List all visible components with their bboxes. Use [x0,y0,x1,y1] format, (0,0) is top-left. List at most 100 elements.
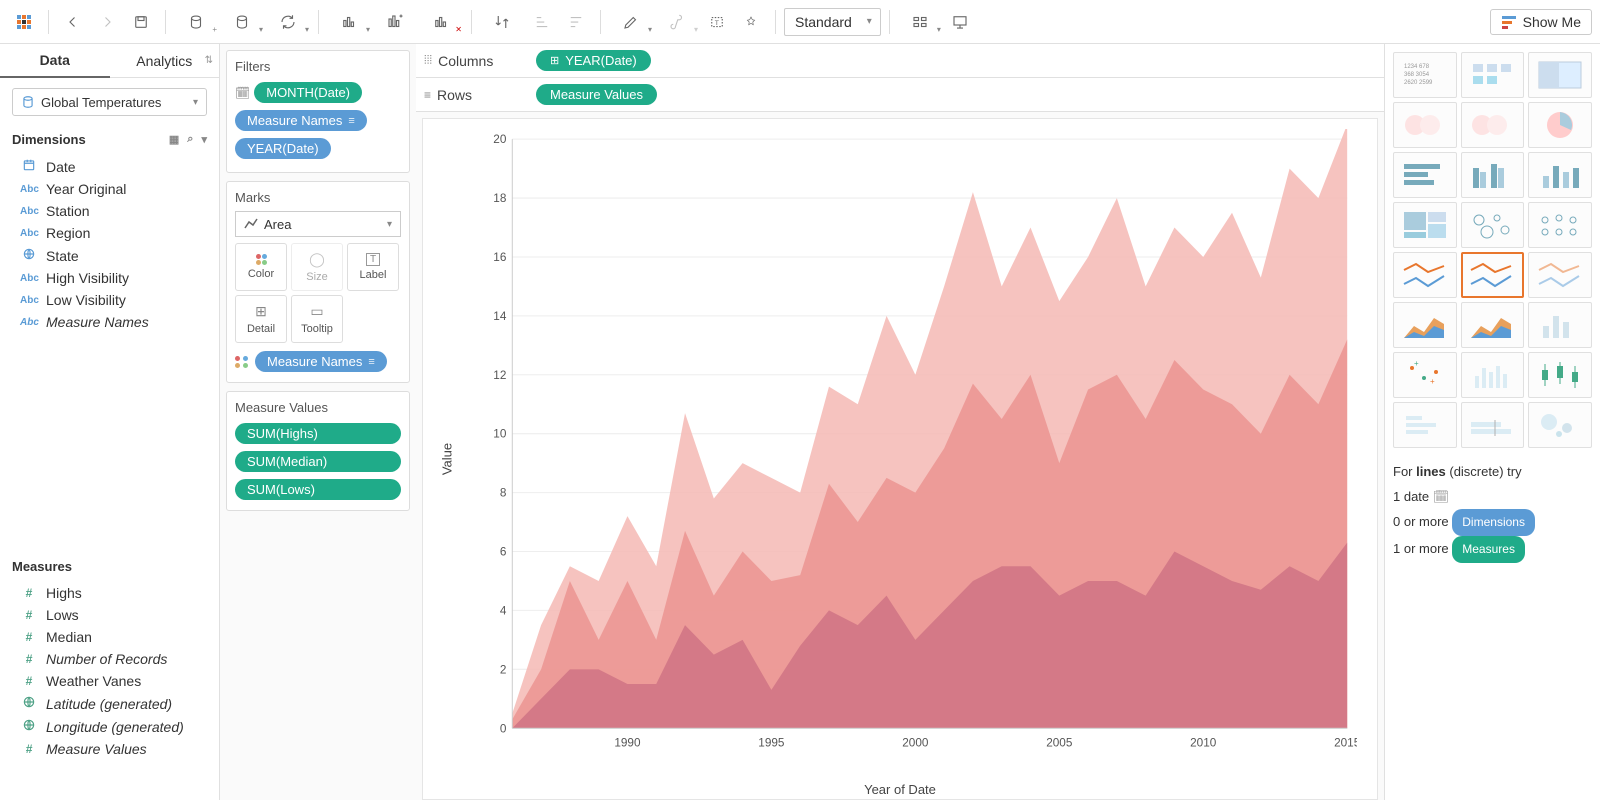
showme-thumb[interactable] [1393,102,1457,148]
rows-pill[interactable]: Measure Values [536,84,657,105]
redo-button[interactable] [91,6,123,38]
search-icon[interactable]: ⌕ [187,133,193,146]
marks-type-selector[interactable]: Area [235,211,401,237]
measure-field[interactable]: #Weather Vanes [0,670,219,692]
showme-thumb[interactable] [1528,202,1592,248]
pause-data-button[interactable]: ▾ [220,6,264,38]
measures-header: Measures [0,553,219,580]
label-icon: T [366,253,380,266]
highlight-button[interactable]: ▾ [609,6,653,38]
labels-button[interactable]: T [701,6,733,38]
measure-field[interactable]: #Median [0,626,219,648]
showme-thumb[interactable] [1393,402,1457,448]
showme-thumb[interactable] [1528,52,1592,98]
showme-thumb[interactable] [1528,352,1592,398]
showme-thumb[interactable]: ++ [1393,352,1457,398]
showme-thumb[interactable] [1461,52,1525,98]
measure-field[interactable]: #Highs [0,582,219,604]
show-me-hint: For lines (discrete) try 1 date 🗓 0 or m… [1393,460,1592,563]
duplicate-sheet-button[interactable] [373,6,417,38]
show-cards-button[interactable]: ▾ [898,6,942,38]
tab-data[interactable]: Data [0,44,110,78]
dimension-field[interactable]: AbcMeasure Names [0,311,219,333]
filter-pill[interactable]: Measure Names≡ [235,110,367,131]
dimension-field[interactable]: AbcLow Visibility [0,289,219,311]
showme-thumb[interactable]: 1234 678368 30542620 2599 [1393,52,1457,98]
swap-button[interactable] [480,6,524,38]
clear-sheet-button[interactable]: ✕ [419,6,463,38]
showme-thumb[interactable] [1461,102,1525,148]
field-type-icon: Abc [20,227,38,239]
showme-thumb[interactable] [1461,352,1525,398]
group-button[interactable]: ▾ [655,6,699,38]
tab-analytics[interactable]: Analytics⇅ [110,44,220,78]
dimension-field[interactable]: AbcStation [0,200,219,222]
measure-value-pill[interactable]: SUM(Highs) [235,423,401,444]
showme-thumb[interactable] [1528,102,1592,148]
svg-text:2620 2599: 2620 2599 [1404,80,1433,86]
sort-desc-button[interactable] [560,6,592,38]
measures-badge: Measures [1452,536,1525,563]
dimension-field[interactable]: AbcHigh Visibility [0,267,219,289]
dimension-field[interactable]: Date [0,155,219,178]
columns-shelf[interactable]: ⦙⦙⦙Columns ⊞YEAR(Date) [416,44,1384,78]
marks-detail-button[interactable]: ⊞Detail [235,295,287,343]
svg-text:14: 14 [493,309,506,323]
filter-pill[interactable]: YEAR(Date) [235,138,331,159]
showme-thumb[interactable] [1461,302,1525,348]
marks-tooltip-button[interactable]: ▭Tooltip [291,295,343,343]
measure-field[interactable]: #Measure Values [0,738,219,760]
measure-value-pill[interactable]: SUM(Median) [235,451,401,472]
new-datasource-button[interactable]: + [174,6,218,38]
sort-asc-button[interactable] [526,6,558,38]
rows-icon: ≡ [424,88,431,102]
showme-thumb[interactable] [1461,252,1525,298]
view-icon[interactable]: ▦ [169,133,179,146]
showme-thumb[interactable] [1528,152,1592,198]
menu-icon[interactable]: ▾ [201,133,207,146]
columns-pill[interactable]: ⊞YEAR(Date) [536,50,651,71]
showme-thumb[interactable] [1393,252,1457,298]
measure-field[interactable]: #Lows [0,604,219,626]
new-worksheet-button[interactable]: ▾ [327,6,371,38]
svg-text:2015: 2015 [1334,735,1357,749]
cards-panel: Filters 🗓MONTH(Date)Measure Names≡YEAR(D… [220,44,416,800]
showme-thumb[interactable] [1528,252,1592,298]
dimension-field[interactable]: AbcYear Original [0,178,219,200]
showme-thumb[interactable] [1393,152,1457,198]
fit-selector[interactable]: Standard [784,8,881,36]
show-me-button[interactable]: Show Me [1490,9,1592,35]
field-type-icon [20,247,38,264]
pin-button[interactable] [735,6,767,38]
filter-pill[interactable]: MONTH(Date) [254,82,362,103]
showme-thumb[interactable] [1461,152,1525,198]
dimension-field[interactable]: State [0,244,219,267]
showme-thumb[interactable] [1528,402,1592,448]
showme-thumb[interactable] [1461,402,1525,448]
presentation-button[interactable] [944,6,976,38]
svg-text:1990: 1990 [614,735,641,749]
chart[interactable]: Value Year of Date 024681012141618201990… [422,118,1378,800]
marks-size-button[interactable]: ◯Size [291,243,343,291]
marks-color-pill[interactable]: Measure Names≡ [255,351,387,372]
measure-field[interactable]: Longitude (generated) [0,715,219,738]
measure-value-pill[interactable]: SUM(Lows) [235,479,401,500]
showme-thumb[interactable] [1461,202,1525,248]
refresh-button[interactable]: ▾ [266,6,310,38]
dimensions-list: DateAbcYear OriginalAbcStationAbcRegionS… [0,153,219,335]
showme-thumb[interactable] [1393,202,1457,248]
measure-field[interactable]: #Number of Records [0,648,219,670]
showme-thumb[interactable] [1393,302,1457,348]
measure-field[interactable]: Latitude (generated) [0,692,219,715]
field-label: Longitude (generated) [46,719,184,735]
rows-shelf[interactable]: ≡Rows Measure Values [416,78,1384,112]
datasource-selector[interactable]: Global Temperatures [12,88,207,116]
marks-label-button[interactable]: TLabel [347,243,399,291]
dimension-field[interactable]: AbcRegion [0,222,219,244]
undo-button[interactable] [57,6,89,38]
svg-text:1234 678: 1234 678 [1404,64,1430,70]
field-type-icon: # [20,652,38,666]
showme-thumb[interactable] [1528,302,1592,348]
save-button[interactable] [125,6,157,38]
marks-color-button[interactable]: Color [235,243,287,291]
